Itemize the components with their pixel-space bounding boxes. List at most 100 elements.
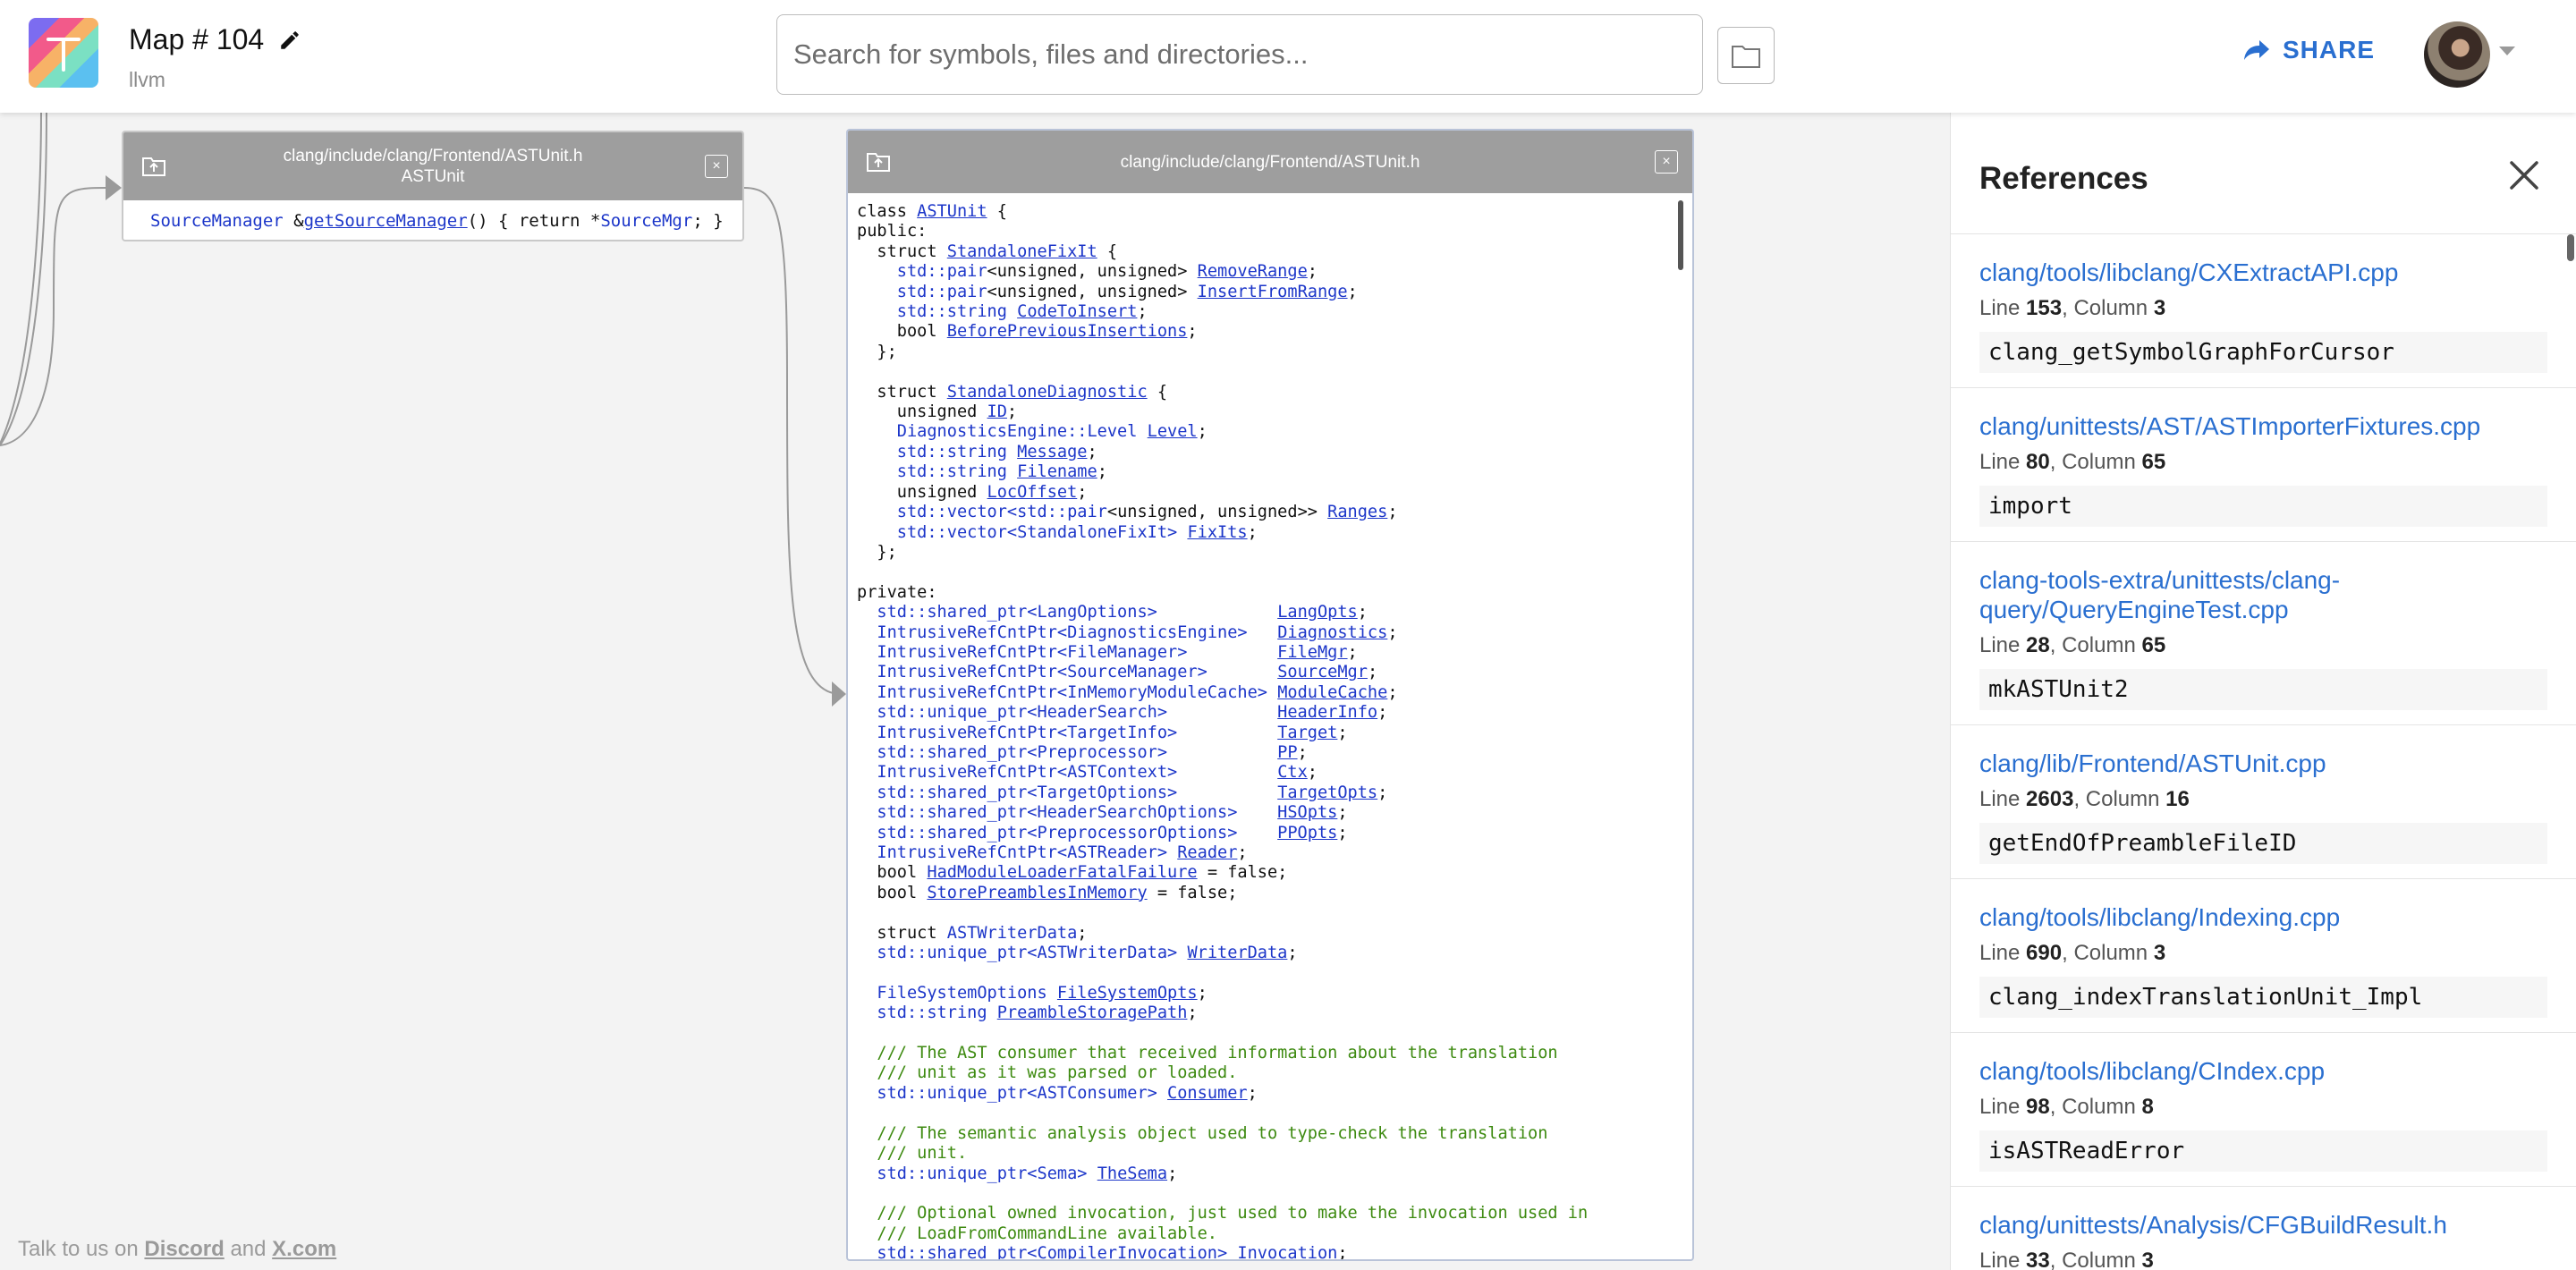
code-link[interactable]: Level [1148,422,1198,441]
reference-position: Line 2603, Column 16 [1979,787,2190,811]
code-token: & [283,211,304,231]
code-link[interactable]: ID [987,402,1007,421]
code-link[interactable]: LocOffset [987,483,1078,502]
share-label: SHARE [2283,36,2376,64]
reference-symbol: getEndOfPreambleFileID [1979,823,2547,864]
reference-item-2[interactable]: clang/unittests/AST/ASTImporterFixtures.… [1951,388,2576,542]
column-label: Column [2062,450,2136,474]
app-logo[interactable] [29,18,98,88]
line-label: Line [1979,787,2021,811]
code-link[interactable]: WriterData [1187,944,1287,962]
code-link[interactable]: Message [1017,443,1087,461]
chevron-down-icon[interactable] [2499,47,2515,55]
reference-path-link[interactable]: clang/lib/Frontend/ASTUnit.cpp [1979,749,2547,778]
references-scrollbar[interactable] [2567,234,2574,261]
reference-path-link[interactable]: clang/tools/libclang/Indexing.cpp [1979,902,2547,932]
line-number: 33 [2026,1249,2050,1270]
code-link[interactable]: Reader [1177,843,1237,862]
reference-symbol: import [1979,486,2547,527]
code-link[interactable]: StandaloneDiagnostic [947,383,1148,402]
column-label: Column [2062,1095,2136,1119]
code-link[interactable]: StandaloneFixIt [947,242,1097,261]
line-number: 690 [2026,941,2063,965]
code-card-astunit[interactable]: clang/include/clang/Frontend/ASTUnit.h ×… [846,129,1694,1261]
code-link[interactable]: Consumer [1167,1084,1248,1103]
column-number: 16 [2165,787,2190,811]
reference-position: Line 80, Column 65 [1979,450,2166,474]
code-link[interactable]: BeforePreviousInsertions [947,322,1188,341]
code-link[interactable]: PPOpts [1277,824,1337,842]
code-link[interactable]: RemoveRange [1198,262,1308,281]
browse-files-button[interactable] [1717,27,1775,84]
code-link[interactable]: HeaderInfo [1277,703,1377,722]
code-link[interactable]: TargetOpts [1277,783,1377,802]
code-link[interactable]: Ranges [1327,503,1387,521]
code-link[interactable]: TheSema [1097,1164,1167,1183]
card-path: clang/include/clang/Frontend/ASTUnit.h [283,147,583,165]
line-label: Line [1979,1249,2021,1270]
code-type: SourceManager [150,211,284,231]
code-link[interactable]: LangOpts [1277,603,1358,622]
share-button[interactable]: SHARE [2243,36,2375,64]
code-link[interactable]: CodeToInsert [1017,302,1137,321]
share-arrow-icon [2244,40,2269,60]
pencil-icon[interactable] [278,29,301,52]
code-link-getsourcemanager[interactable]: getSourceManager [304,211,468,231]
code-link[interactable]: StorePreamblesInMemory [927,884,1147,902]
code-link[interactable]: HadModuleLoaderFatalFailure [927,863,1197,882]
search-input[interactable] [776,14,1703,95]
column-number: 3 [2141,1249,2154,1270]
code-link[interactable]: SourceMgr [1277,663,1368,682]
code-link[interactable]: HSOpts [1277,803,1337,822]
reference-position: Line 33, Column 3 [1979,1249,2547,1270]
reference-item-7[interactable]: clang/unittests/Analysis/CFGBuildResult.… [1951,1187,2576,1270]
code-link[interactable]: ASTUnit [917,202,987,221]
card-header[interactable]: clang/include/clang/Frontend/ASTUnit.h A… [123,132,742,200]
reference-path-link[interactable]: clang-tools-extra/unittests/clang-query/… [1979,565,2547,624]
line-number: 98 [2026,1095,2050,1119]
reference-item-1[interactable]: clang/tools/libclang/CXExtractAPI.cpp Li… [1951,234,2576,388]
column-label: Column [2062,1249,2136,1270]
reference-position: Line 98, Column 8 [1979,1095,2154,1119]
code-link[interactable]: FixIts [1187,523,1247,542]
reference-item-3[interactable]: clang-tools-extra/unittests/clang-query/… [1951,542,2576,725]
code-link[interactable]: Filename [1017,462,1097,481]
reference-path-link[interactable]: clang/tools/libclang/CIndex.cpp [1979,1056,2547,1086]
reference-path-link[interactable]: clang/unittests/AST/ASTImporterFixtures.… [1979,411,2547,441]
reference-path-link[interactable]: clang/unittests/Analysis/CFGBuildResult.… [1979,1210,2547,1240]
footer-contact: Talk to us on Discord and X.com [18,1237,336,1262]
reference-path-link[interactable]: clang/tools/libclang/CXExtractAPI.cpp [1979,258,2547,287]
open-folder-icon[interactable] [141,156,166,177]
xcom-link[interactable]: X.com [272,1237,336,1261]
reference-item-5[interactable]: clang/tools/libclang/Indexing.cpp Line 6… [1951,879,2576,1033]
reference-position: Line 28, Column 65 [1979,633,2166,657]
code-link[interactable]: InsertFromRange [1198,283,1348,301]
code-card-getsourcemanager[interactable]: clang/include/clang/Frontend/ASTUnit.h A… [122,131,744,241]
open-folder-icon[interactable] [866,151,891,173]
code-link[interactable]: Ctx [1277,763,1308,782]
code-link[interactable]: ModuleCache [1277,683,1387,702]
code-link[interactable]: Invocation [1237,1244,1337,1259]
close-card-button[interactable]: × [1655,150,1678,174]
close-icon[interactable] [2508,159,2540,191]
code-link[interactable]: FileSystemOpts [1057,984,1198,1003]
reference-item-4[interactable]: clang/lib/Frontend/ASTUnit.cpp Line 2603… [1951,725,2576,879]
code-link[interactable]: FileMgr [1277,643,1347,662]
discord-link[interactable]: Discord [144,1237,224,1261]
code-link[interactable]: Diagnostics [1277,623,1387,642]
code-scrollbar[interactable] [1678,200,1683,270]
map-repo-label: llvm [129,68,165,91]
card-path: clang/include/clang/Frontend/ASTUnit.h [1120,152,1420,172]
code-link[interactable]: PP [1277,743,1297,762]
column-number: 3 [2153,941,2166,965]
code-link[interactable]: Target [1277,724,1337,742]
card-header[interactable]: clang/include/clang/Frontend/ASTUnit.h × [848,131,1692,193]
line-label: Line [1979,296,2021,320]
reference-position: Line 153, Column 3 [1979,296,2166,320]
top-header: Map # 104 llvm SHARE [0,0,2576,113]
reference-symbol: clang_getSymbolGraphForCursor [1979,332,2547,373]
user-avatar[interactable] [2424,21,2490,88]
close-card-button[interactable]: × [705,155,728,178]
reference-item-6[interactable]: clang/tools/libclang/CIndex.cpp Line 98,… [1951,1033,2576,1187]
code-link[interactable]: PreambleStoragePath [997,1003,1188,1022]
